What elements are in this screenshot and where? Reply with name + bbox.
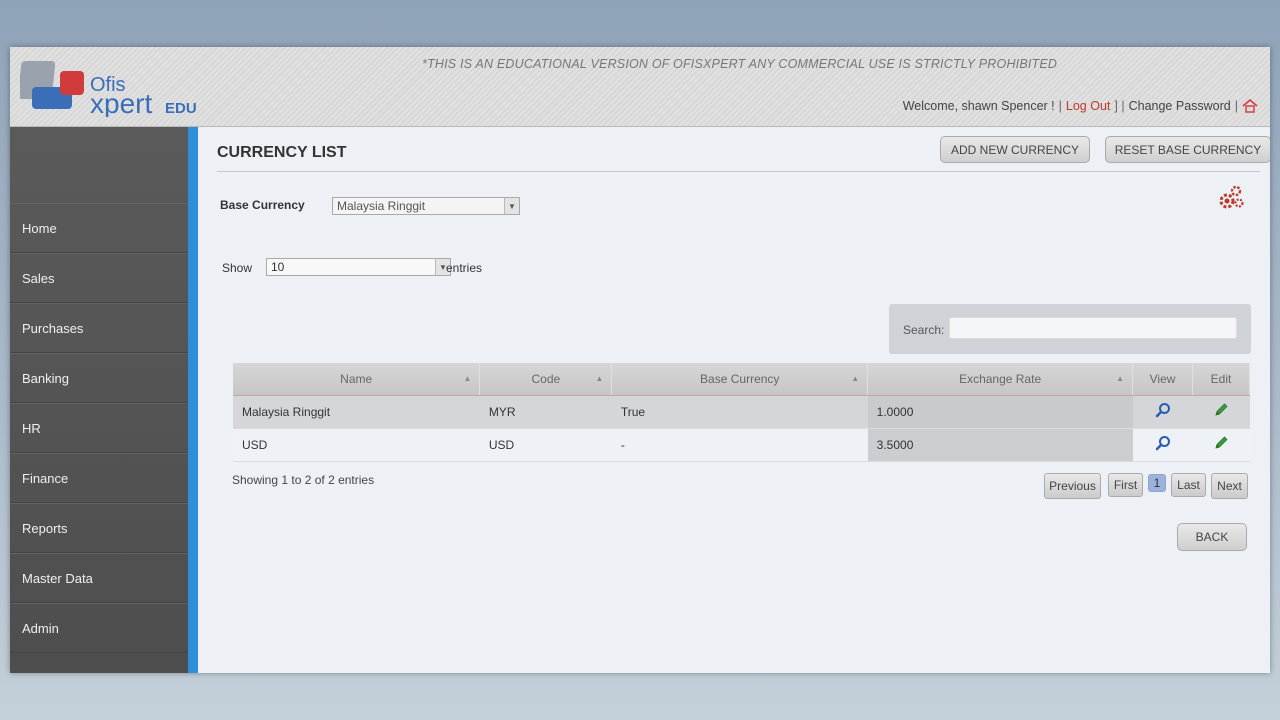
column-header-code[interactable]: Code ▲︎ bbox=[479, 363, 613, 396]
reset-base-currency-button[interactable]: RESET BASE CURRENCY bbox=[1105, 136, 1270, 163]
edit-pencil-icon[interactable] bbox=[1213, 403, 1229, 421]
sidebar-item-admin[interactable]: Admin bbox=[10, 603, 188, 653]
change-password-link[interactable]: Change Password bbox=[1129, 99, 1231, 113]
separator: | bbox=[1234, 99, 1238, 113]
sidebar-item-purchases[interactable]: Purchases bbox=[10, 303, 188, 353]
sidebar-accent-bar bbox=[188, 127, 198, 673]
sidebar-item-label: Finance bbox=[22, 470, 69, 486]
sidebar-item-label: Admin bbox=[22, 620, 59, 636]
search-panel: Search: bbox=[889, 304, 1251, 354]
column-header-base-currency[interactable]: Base Currency ▲︎ bbox=[611, 363, 869, 396]
logo-edu-text: EDU bbox=[165, 100, 197, 117]
base-currency-select[interactable]: Malaysia Ringgit ▼ bbox=[332, 197, 520, 215]
sidebar-item-label: Sales bbox=[22, 270, 55, 286]
cell-base-currency: True bbox=[611, 395, 868, 429]
home-icon[interactable] bbox=[1242, 98, 1258, 113]
first-page-button[interactable]: First bbox=[1108, 473, 1143, 497]
currency-table: Name ▲︎ Code ▲︎ Base Currency ▲︎ Exchange R… bbox=[233, 363, 1250, 462]
user-bar: Welcome, shawn Spencer ! | Log Out ] | C… bbox=[902, 98, 1258, 113]
separator: | bbox=[1058, 99, 1062, 113]
sort-icon: ▲︎ bbox=[463, 374, 472, 383]
logout-link[interactable]: Log Out bbox=[1066, 99, 1110, 113]
header-label: Name bbox=[340, 371, 373, 386]
column-header-name[interactable]: Name ▲︎ bbox=[233, 363, 481, 396]
sidebar-item-label: Purchases bbox=[22, 320, 84, 336]
show-label: Show bbox=[222, 261, 253, 275]
sidebar-item-sales[interactable]: Sales bbox=[10, 253, 188, 303]
cell-code: USD bbox=[479, 428, 612, 462]
header-label: View bbox=[1149, 371, 1176, 386]
cell-exchange-rate: 1.0000 bbox=[867, 395, 1133, 429]
cell-name: Malaysia Ringgit bbox=[233, 395, 480, 429]
header-label: Exchange Rate bbox=[959, 371, 1042, 386]
base-currency-value: Malaysia Ringgit bbox=[337, 199, 426, 213]
column-header-exchange-rate[interactable]: Exchange Rate ▲ bbox=[867, 363, 1134, 396]
logo-xpert-text: xpert bbox=[90, 88, 152, 117]
page-title: CURRENCY LIST bbox=[217, 144, 347, 161]
sidebar: Home Sales Purchases Banking HR Finance … bbox=[10, 127, 188, 673]
divider bbox=[217, 171, 1260, 172]
chevron-down-icon: ▼ bbox=[504, 198, 519, 214]
page-1-button[interactable]: 1 bbox=[1148, 474, 1166, 492]
header-label: Code bbox=[531, 371, 561, 386]
entries-label: entries bbox=[446, 261, 483, 275]
ofisxpert-logo[interactable]: Ofis xpert EDU bbox=[17, 57, 200, 119]
sidebar-item-master-data[interactable]: Master Data bbox=[10, 553, 188, 603]
next-page-button[interactable]: Next bbox=[1211, 473, 1248, 499]
column-header-edit: Edit bbox=[1192, 363, 1250, 396]
settings-gear-icon[interactable] bbox=[1216, 184, 1246, 214]
view-magnifier-icon[interactable] bbox=[1155, 403, 1171, 421]
cell-base-currency: - bbox=[611, 428, 868, 462]
sidebar-item-label: Master Data bbox=[22, 570, 93, 586]
main-content: CURRENCY LIST ADD NEW CURRENCY RESET BAS… bbox=[198, 127, 1270, 673]
sidebar-item-label: Reports bbox=[22, 520, 68, 536]
sidebar-item-banking[interactable]: Banking bbox=[10, 353, 188, 403]
sidebar-item-label: Banking bbox=[22, 370, 69, 386]
welcome-text: Welcome, shawn Spencer ! bbox=[902, 99, 1055, 113]
app-window: Ofis xpert EDU *THIS IS AN EDUCATIONAL V… bbox=[10, 47, 1270, 673]
previous-page-button[interactable]: Previous bbox=[1044, 473, 1101, 499]
sort-asc-icon: ▲ bbox=[1116, 374, 1125, 383]
edit-pencil-icon[interactable] bbox=[1213, 436, 1229, 454]
sidebar-item-hr[interactable]: HR bbox=[10, 403, 188, 453]
table-row: USD USD - 3.5000 bbox=[233, 428, 1250, 462]
header: Ofis xpert EDU *THIS IS AN EDUCATIONAL V… bbox=[10, 47, 1270, 127]
sidebar-item-reports[interactable]: Reports bbox=[10, 503, 188, 553]
sidebar-item-label: HR bbox=[22, 420, 41, 436]
page-size-value: 10 bbox=[271, 260, 285, 274]
header-label: Edit bbox=[1210, 371, 1232, 386]
sidebar-item-home[interactable]: Home bbox=[10, 203, 188, 253]
page-size-select[interactable]: 10 ▼ bbox=[266, 258, 451, 276]
column-header-view: View bbox=[1132, 363, 1193, 396]
view-magnifier-icon[interactable] bbox=[1155, 436, 1171, 454]
add-new-currency-button[interactable]: ADD NEW CURRENCY bbox=[940, 136, 1090, 163]
sidebar-item-label: Home bbox=[22, 220, 57, 236]
last-page-button[interactable]: Last bbox=[1171, 473, 1206, 497]
base-currency-label: Base Currency bbox=[220, 198, 305, 212]
cell-name: USD bbox=[233, 428, 480, 462]
sort-icon: ▲︎ bbox=[595, 374, 604, 383]
header-label: Base Currency bbox=[700, 371, 780, 386]
cell-view bbox=[1132, 395, 1193, 429]
sidebar-item-finance[interactable]: Finance bbox=[10, 453, 188, 503]
cell-edit bbox=[1192, 428, 1250, 462]
cell-view bbox=[1132, 428, 1193, 462]
search-label: Search: bbox=[903, 323, 945, 337]
back-button[interactable]: BACK bbox=[1177, 523, 1247, 551]
separator: ] | bbox=[1114, 99, 1125, 113]
sort-icon: ▲︎ bbox=[851, 374, 860, 383]
educational-notice: *THIS IS AN EDUCATIONAL VERSION OF OFISX… bbox=[422, 57, 1058, 71]
search-input[interactable] bbox=[949, 317, 1237, 339]
table-info: Showing 1 to 2 of 2 entries bbox=[232, 473, 375, 487]
cell-edit bbox=[1192, 395, 1250, 429]
table-row: Malaysia Ringgit MYR True 1.0000 bbox=[233, 395, 1250, 429]
cell-exchange-rate: 3.5000 bbox=[867, 428, 1133, 462]
cell-code: MYR bbox=[479, 395, 612, 429]
